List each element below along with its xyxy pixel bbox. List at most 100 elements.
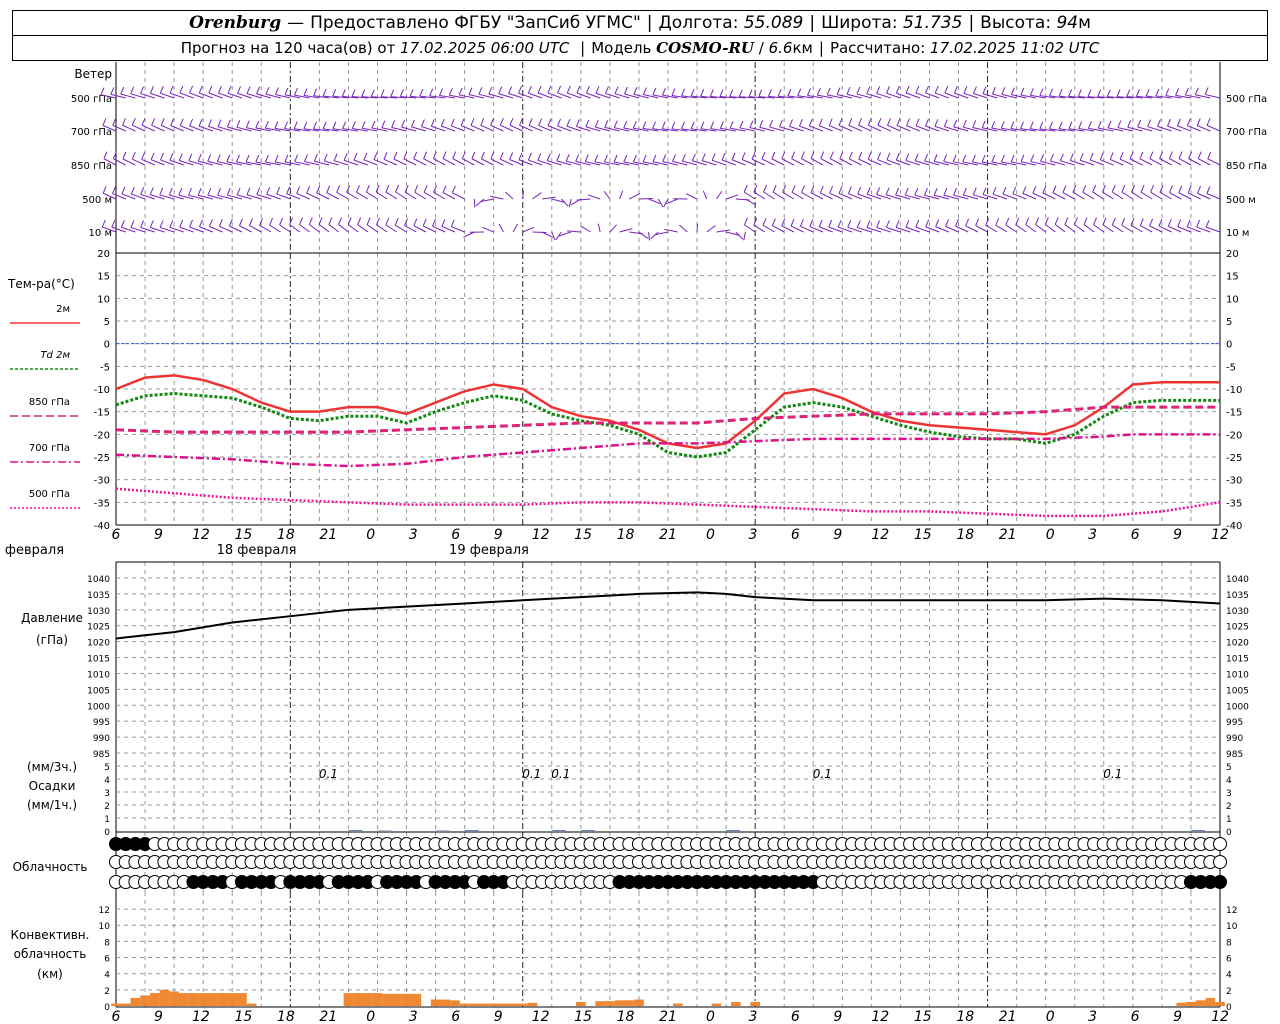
wind-barb-feather <box>269 217 274 226</box>
conv-bar <box>353 993 364 1006</box>
wind-barb-feather <box>274 154 279 163</box>
wind-barb-feather <box>296 186 301 194</box>
wind-barb-feather <box>1150 185 1155 193</box>
wind-barb-feather <box>111 220 116 228</box>
wind-barb-feather <box>284 87 289 95</box>
wind-barb-feather <box>149 187 154 195</box>
wind-barb-feather <box>1083 217 1088 225</box>
wind-barb-feather <box>1106 89 1111 97</box>
hour-label: 21 <box>999 527 1017 543</box>
wind-barb-feather <box>943 154 948 162</box>
wind-barb-feather <box>963 86 968 94</box>
wind-barb-shaft <box>346 191 359 200</box>
wind-barb-feather <box>519 118 524 126</box>
conv-bar <box>469 1003 480 1006</box>
wind-barb-feather <box>1204 87 1209 95</box>
wind-barb-feather <box>1058 121 1063 129</box>
wind-barb-feather <box>857 186 862 195</box>
wind-barb-feather <box>953 119 958 128</box>
wind-barb-feather <box>743 217 748 226</box>
pressure-tick-label-left: 1000 <box>87 702 110 712</box>
wind-barb-feather <box>284 121 288 129</box>
wind-barb-feather <box>265 86 270 95</box>
wind-barb-feather <box>1082 185 1087 193</box>
wind-barb-feather <box>1197 151 1202 159</box>
wind-barb-feather <box>838 186 843 194</box>
wind-barb-feather <box>925 118 929 127</box>
hour-label: 12 <box>871 527 889 543</box>
wind-barb-feather <box>829 151 834 159</box>
wind-barb-feather <box>249 218 253 226</box>
wind-barb-feather <box>837 219 842 228</box>
wind-barb-shaft <box>1121 191 1134 200</box>
wind-barb-feather <box>151 118 156 126</box>
wind-barb-feather <box>255 120 260 129</box>
wind-barb-feather <box>828 219 833 228</box>
wind-barb-feather <box>304 154 308 162</box>
wind-barb-feather <box>652 87 657 96</box>
wind-barb-feather <box>671 121 676 130</box>
wind-barb-feather <box>373 152 378 160</box>
wind-barb-feather <box>432 151 437 159</box>
conv-title-2: облачность <box>14 947 87 961</box>
wind-barb-feather <box>1196 118 1201 126</box>
pressure-tick-label-left: 1020 <box>87 639 110 649</box>
wind-barb-feather <box>771 151 776 160</box>
wind-barb-shaft <box>791 191 804 200</box>
wind-barb-feather <box>1184 87 1189 96</box>
wind-barb-feather <box>642 121 647 129</box>
wind-barb-feather <box>933 188 938 196</box>
conv-bar <box>614 1000 625 1006</box>
wind-barb-feather <box>365 184 370 193</box>
precip-tick-label-right: 3 <box>1226 789 1232 799</box>
wind-barb-feather <box>585 119 590 127</box>
wind-barb-shaft <box>1140 191 1153 200</box>
wind-barb-feather <box>178 187 183 196</box>
pressure-tick-label-left: 1005 <box>87 686 110 696</box>
wind-barb-feather <box>749 120 754 128</box>
wind-barb-feather <box>781 151 786 159</box>
wind-barb-feather <box>731 152 736 160</box>
wind-barb-shaft <box>542 196 556 200</box>
wind-barb-feather <box>719 89 724 97</box>
wind-barb-feather <box>403 151 408 160</box>
conv-title-1: Конвективн. <box>11 928 90 942</box>
wind-barb-feather <box>198 219 203 227</box>
wind-barb-feather <box>179 85 184 94</box>
conv-tick-label-right: 6 <box>1226 955 1232 965</box>
wind-barb-feather <box>218 85 222 94</box>
wind-barb-feather <box>458 87 463 96</box>
hour-label: 18 <box>277 527 295 543</box>
wind-barb-shaft <box>995 224 1008 233</box>
wind-barb-feather <box>1137 119 1142 128</box>
wind-barb-feather <box>828 118 833 126</box>
conv-tick-label-right: 4 <box>1226 971 1232 981</box>
wind-barb-shaft <box>299 224 310 233</box>
hour-label: 18 <box>956 527 974 543</box>
pressure-tick-label-left: 1040 <box>87 575 110 585</box>
wind-barb-feather <box>217 187 221 196</box>
hour-label-bottom: 18 <box>956 1009 974 1024</box>
wind-barb-feather <box>632 121 637 129</box>
conv-bar <box>624 1000 635 1006</box>
conv-tick-label-right: 10 <box>1226 922 1238 932</box>
wind-barb-feather <box>478 87 483 95</box>
conv-bar <box>411 993 422 1006</box>
wind-barb-shaft <box>1025 224 1037 233</box>
wind-barb-feather <box>395 184 400 193</box>
wind-barb-feather <box>791 185 796 193</box>
wind-barb-feather <box>1099 152 1104 160</box>
wind-barb-feather <box>216 154 221 162</box>
wind-barb-feather <box>1194 87 1199 95</box>
pressure-tick-label-right: 1030 <box>1226 607 1249 617</box>
hour-label: 9 <box>154 527 163 543</box>
wind-barb-feather <box>141 118 146 126</box>
wind-barb-shaft <box>1112 224 1124 233</box>
wind-barb-feather <box>179 219 184 228</box>
wind-barb-shaft <box>366 191 378 200</box>
wind-barb-feather <box>905 220 910 228</box>
wind-barb-shaft <box>1035 224 1046 233</box>
wind-barb-feather <box>363 152 368 161</box>
wind-barb-shaft <box>609 224 618 233</box>
wind-barb-feather <box>1087 121 1092 129</box>
